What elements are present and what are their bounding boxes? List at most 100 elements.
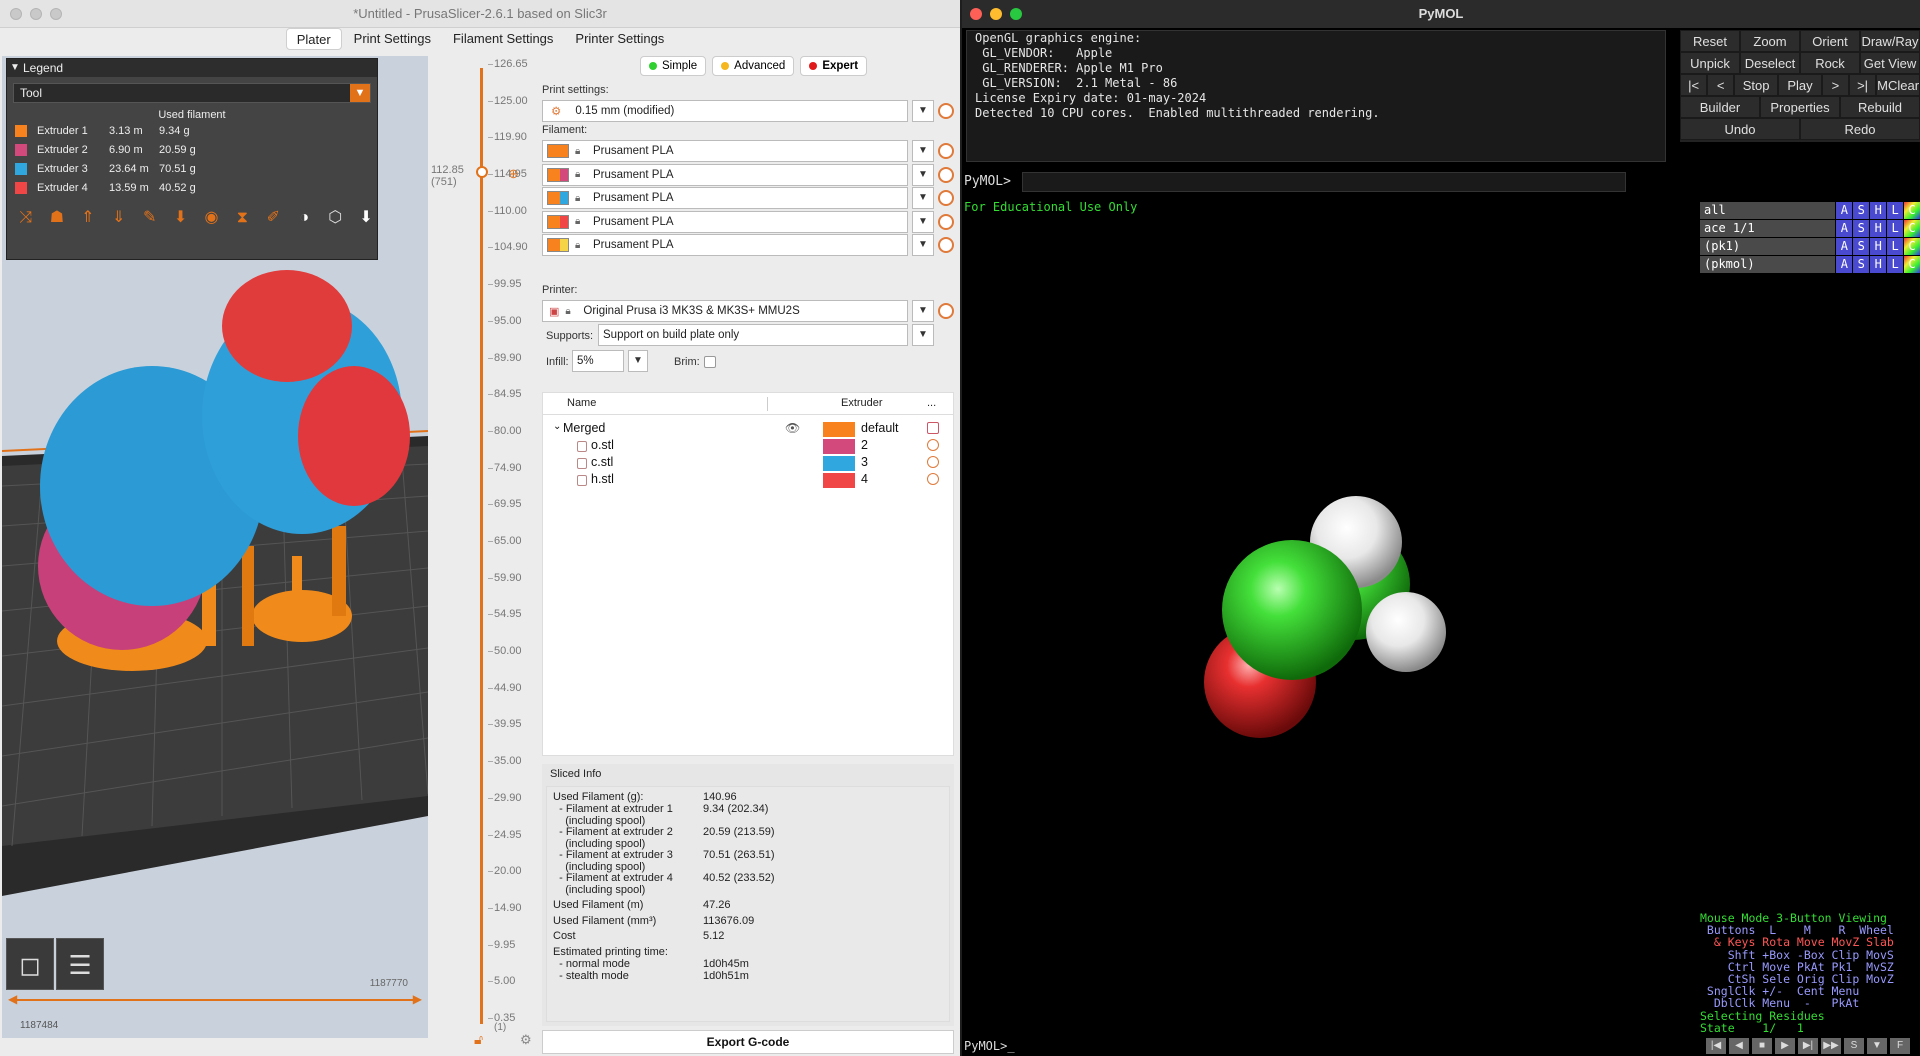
object-entry[interactable]: all A S H L C <box>1700 202 1920 219</box>
legend-header[interactable]: Legend <box>7 59 377 77</box>
object-c-menu-button[interactable]: C <box>1904 256 1920 273</box>
step-forward-icon[interactable]: ▶| <box>1798 1038 1818 1054</box>
edit-print-settings-icon[interactable] <box>938 103 954 119</box>
infill-dropdown[interactable]: ▼ <box>628 350 648 372</box>
deretractions-icon[interactable]: ⇓ <box>108 207 130 229</box>
scene-icon[interactable]: S <box>1844 1038 1864 1054</box>
zoom-window-button[interactable] <box>50 8 62 20</box>
pymol-undo-button[interactable]: Undo <box>1680 118 1800 140</box>
close-window-button[interactable] <box>10 8 22 20</box>
pymol-stop-button[interactable]: Stop <box>1734 74 1779 96</box>
mode-advanced-button[interactable]: Advanced <box>712 56 795 76</box>
object-c-menu-button[interactable]: C <box>1904 238 1920 255</box>
object-c-menu-button[interactable]: C <box>1904 220 1920 237</box>
supports-dropdown[interactable]: ▼ <box>912 324 934 346</box>
filament-combo[interactable]: 🔒︎ Prusament PLA <box>542 140 908 162</box>
edit-filament-icon[interactable] <box>938 166 954 183</box>
edit-filament-icon[interactable] <box>938 190 954 206</box>
retractions-icon[interactable]: ⇑ <box>77 207 99 229</box>
infill-input[interactable]: 5% <box>572 350 624 372</box>
tab-filament-settings[interactable]: Filament Settings <box>443 28 563 50</box>
edit-filament-icon[interactable] <box>938 237 954 253</box>
object-list-item[interactable]: h.stl 4 <box>543 472 953 489</box>
col-more[interactable]: ... <box>927 397 936 409</box>
pymol-rock-button[interactable]: Rock <box>1800 52 1860 74</box>
chevron-down-icon[interactable]: ⌄ <box>553 421 561 432</box>
object-s-menu-button[interactable]: S <box>1853 202 1870 219</box>
end-icon[interactable]: ▶▶ <box>1821 1038 1841 1054</box>
object-entry[interactable]: ace 1/1 A S H L C <box>1700 220 1920 237</box>
printer-combo[interactable]: ▣ 🔒︎ Original Prusa i3 MK3S & MK3S+ MMU2… <box>542 300 908 322</box>
edit-filament-icon[interactable] <box>938 143 954 159</box>
vertical-layers-slider[interactable]: 112.85 (751) ⊕ 126.65 125.00 119.90 114.95 1… <box>428 56 532 1052</box>
minimize-window-button[interactable] <box>990 8 1002 20</box>
filament-dropdown[interactable]: ▼ <box>912 234 934 256</box>
pymol--button[interactable]: >| <box>1849 74 1877 96</box>
shells-icon[interactable]: ⬡ <box>324 207 346 229</box>
tab-print-settings[interactable]: Print Settings <box>344 28 441 50</box>
extruder-value[interactable]: 4 <box>861 472 868 486</box>
object-a-menu-button[interactable]: A <box>1836 202 1853 219</box>
object-entry[interactable]: (pk1) A S H L C <box>1700 238 1920 255</box>
printer-dropdown[interactable]: ▼ <box>912 300 934 322</box>
export-gcode-button[interactable]: Export G-code <box>542 1030 954 1054</box>
object-l-menu-button[interactable]: L <box>1887 256 1904 273</box>
vslider-top-thumb[interactable] <box>476 166 488 178</box>
pymol-properties-button[interactable]: Properties <box>1760 96 1840 118</box>
edit-printer-icon[interactable] <box>938 303 954 319</box>
object-s-menu-button[interactable]: S <box>1853 220 1870 237</box>
object-l-menu-button[interactable]: L <box>1887 202 1904 219</box>
step-back-icon[interactable]: ◀ <box>1729 1038 1749 1054</box>
filament-combo[interactable]: 🔒︎ Prusament PLA <box>542 210 908 233</box>
object-h-menu-button[interactable]: H <box>1870 238 1887 255</box>
object-l-menu-button[interactable]: L <box>1887 238 1904 255</box>
brim-checkbox[interactable] <box>704 356 716 368</box>
tab-plater[interactable]: Plater <box>285 28 342 50</box>
color-changes-icon[interactable]: ◉ <box>201 207 223 229</box>
pymol-deselect-button[interactable]: Deselect <box>1740 52 1800 74</box>
cog-icon[interactable]: ⚙ <box>520 1032 532 1048</box>
object-s-menu-button[interactable]: S <box>1853 256 1870 273</box>
pymol-reset-button[interactable]: Reset <box>1680 30 1740 52</box>
pymol-get-view-button[interactable]: Get View <box>1860 52 1920 74</box>
object-list-item[interactable]: o.stl 2 <box>543 438 953 455</box>
filament-dropdown[interactable]: ▼ <box>912 210 934 233</box>
center-of-gravity-icon[interactable]: ◑ <box>293 207 315 229</box>
zoom-window-button[interactable] <box>1010 8 1022 20</box>
minimize-window-button[interactable] <box>30 8 42 20</box>
preview-layers-icon[interactable]: ☰ <box>56 938 104 990</box>
3d-preview-canvas[interactable]: Legend Tool ▼ Used filament Extruder 1 3.… <box>2 56 428 1038</box>
filament-combo[interactable]: 🔒︎ Prusament PLA <box>542 234 908 256</box>
close-window-button[interactable] <box>970 8 982 20</box>
col-extruder[interactable]: Extruder <box>841 397 883 409</box>
object-h-menu-button[interactable]: H <box>1870 220 1887 237</box>
pymol-redo-button[interactable]: Redo <box>1800 118 1920 140</box>
object-a-menu-button[interactable]: A <box>1836 220 1853 237</box>
object-l-menu-button[interactable]: L <box>1887 220 1904 237</box>
col-name[interactable]: Name <box>567 397 596 409</box>
mode-simple-button[interactable]: Simple <box>640 56 707 76</box>
wipe-icon[interactable]: ☗ <box>46 207 68 229</box>
filament-dropdown[interactable]: ▼ <box>912 187 934 209</box>
pymol-draw-ray-button[interactable]: Draw/Ray <box>1860 30 1920 52</box>
filament-dropdown[interactable]: ▼ <box>912 140 934 162</box>
command-input[interactable] <box>1022 172 1626 192</box>
rewind-icon[interactable]: |◀ <box>1706 1038 1726 1054</box>
object-list-item[interactable]: ⌄ Merged 👁︎ default <box>543 421 953 438</box>
pymol-rebuild-button[interactable]: Rebuild <box>1840 96 1920 118</box>
pymol--button[interactable]: > <box>1821 74 1850 96</box>
pymol-orient-button[interactable]: Orient <box>1800 30 1860 52</box>
object-name[interactable]: (pk1) <box>1700 238 1836 255</box>
fullscreen-icon[interactable]: F <box>1890 1038 1910 1054</box>
object-a-menu-button[interactable]: A <box>1836 238 1853 255</box>
pause-prints-icon[interactable]: ⧗ <box>231 207 253 229</box>
vslider-track[interactable] <box>480 68 483 1024</box>
extruder-value[interactable]: 3 <box>861 455 868 469</box>
cog-icon[interactable] <box>927 456 939 468</box>
play-icon[interactable]: ▶ <box>1775 1038 1795 1054</box>
hslider-right-thumb[interactable]: ▶ <box>413 992 422 1006</box>
extruder-value[interactable]: 2 <box>861 438 868 452</box>
tool-changes-icon[interactable]: ⬇ <box>170 207 192 229</box>
pymol-mclear-button[interactable]: MClear <box>1876 74 1920 96</box>
chevron-down-icon[interactable]: ▼ <box>1867 1038 1887 1054</box>
